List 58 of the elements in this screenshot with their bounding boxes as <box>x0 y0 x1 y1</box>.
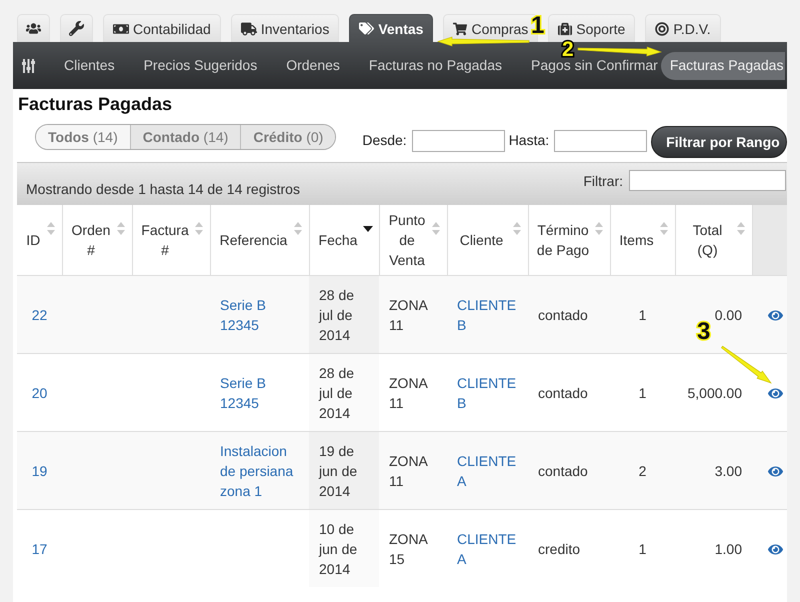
table-cell: 19 de jun de 2014 <box>309 432 379 510</box>
table-cell: ZONA 15 <box>379 510 447 587</box>
eye-icon[interactable] <box>768 308 783 322</box>
module-tab[interactable]: Soporte <box>548 14 636 42</box>
client-link[interactable]: CLIENTE B <box>457 295 518 335</box>
client-link[interactable]: CLIENTE B <box>457 373 518 413</box>
field-label: Desde: <box>362 132 407 148</box>
nav-link[interactable]: Facturas Pagadas <box>660 52 786 80</box>
module-tab[interactable]: Ventas <box>349 14 434 42</box>
table-cell: 1 <box>610 510 675 587</box>
invoice-id-link[interactable]: 17 <box>32 539 48 559</box>
client-link[interactable]: CLIENTE A <box>457 451 518 491</box>
field-label: Hasta: <box>508 132 550 148</box>
invoice-id-link[interactable]: 19 <box>32 461 48 481</box>
invoice-id-link[interactable]: 20 <box>32 383 48 403</box>
records-info: Mostrando desde 1 hasta 14 de 14 registros <box>26 181 300 197</box>
table-cell: 28 de jul de 2014 <box>309 354 379 432</box>
header-background <box>752 205 787 276</box>
target-icon <box>655 22 670 36</box>
nav-link[interactable]: Facturas no Pagadas <box>368 57 502 74</box>
search-field[interactable] <box>629 170 786 191</box>
reference-link[interactable]: Instalacion de persiana zona 1 <box>220 441 299 501</box>
users-icon <box>26 21 41 36</box>
eye-icon[interactable] <box>768 542 783 556</box>
reference-link[interactable]: Serie B 12345 <box>220 373 299 413</box>
field-label: Filtrar: <box>583 172 623 188</box>
module-tab[interactable]: Inventarios <box>230 14 340 42</box>
wrench-icon <box>69 21 84 36</box>
filter-segment[interactable]: Todos (14) <box>36 125 130 149</box>
nav-link[interactable]: Precios Sugeridos <box>144 57 258 74</box>
callout-number: 2 <box>562 42 574 57</box>
nav-link[interactable]: Pagos sin Confirmar <box>531 57 658 74</box>
client-link[interactable]: CLIENTE A <box>457 529 518 569</box>
medkit-icon <box>558 22 572 36</box>
table-cell: 28 de jul de 2014 <box>309 276 379 354</box>
filter-range-button[interactable]: Filtrar por Rango <box>651 126 787 158</box>
callout-arrow <box>721 346 771 383</box>
truck-icon <box>240 20 257 36</box>
date-to-field[interactable] <box>554 130 648 152</box>
module-tab[interactable] <box>17 14 50 42</box>
module-tab[interactable] <box>60 14 93 42</box>
nav-link[interactable]: Clientes <box>64 57 115 74</box>
nav-link[interactable]: Ordenes <box>286 57 340 74</box>
table-cell: 1.00 <box>675 510 752 587</box>
eye-icon[interactable] <box>768 464 783 478</box>
module-tab[interactable]: P.D.V. <box>645 14 721 42</box>
tags-icon <box>359 21 374 36</box>
eye-icon[interactable] <box>768 386 783 400</box>
cart-icon <box>453 22 468 36</box>
table-cell: 10 de jun de 2014 <box>309 510 379 587</box>
callout-number: 3 <box>697 322 710 342</box>
page-title: Facturas Pagadas <box>18 93 174 115</box>
date-from-field[interactable] <box>412 130 505 152</box>
invoice-id-link[interactable]: 22 <box>32 305 48 325</box>
sliders-icon[interactable] <box>22 58 35 72</box>
reference-link[interactable]: Serie B 12345 <box>220 295 299 335</box>
table-cell: credito <box>528 510 610 587</box>
module-tab[interactable]: Contabilidad <box>103 14 221 42</box>
